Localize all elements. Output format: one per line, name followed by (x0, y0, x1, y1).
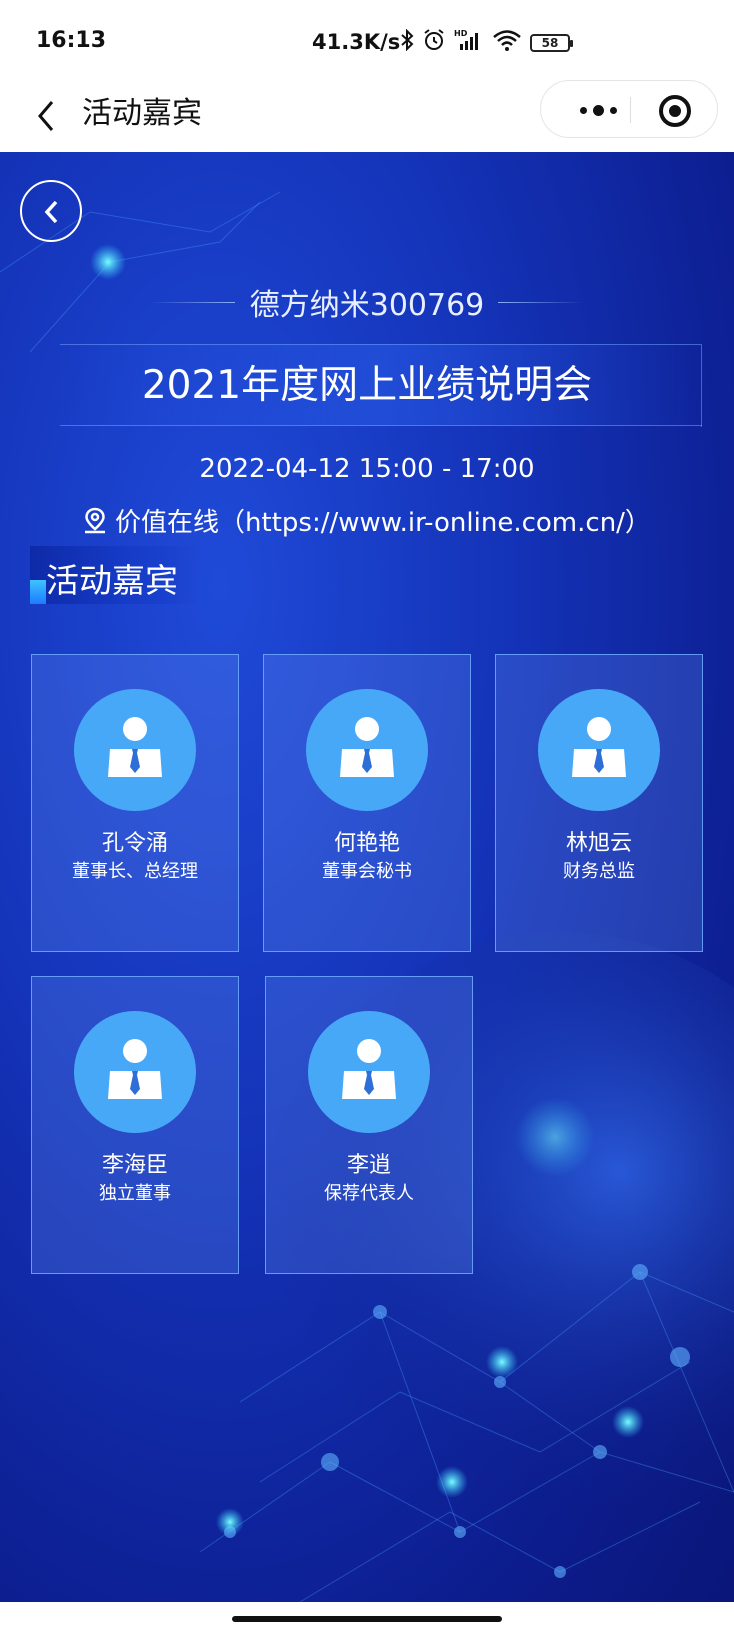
decor-line (498, 302, 583, 303)
avatar (74, 689, 196, 811)
guest-name: 李海臣 (101, 1153, 168, 1178)
more-dot (579, 106, 587, 114)
event-location: 价值在线（https://www.ir-online.com.cn/） (0, 502, 734, 539)
network-speed: 41.3K/s (312, 30, 401, 54)
target-close-icon[interactable] (659, 95, 691, 127)
title-bar: 活动嘉宾 (0, 78, 734, 152)
bluetooth-icon (401, 29, 414, 51)
avatar (538, 689, 660, 811)
wifi-icon (493, 30, 521, 51)
page-title: 活动嘉宾 (82, 96, 202, 131)
guest-name: 李逍 (346, 1153, 391, 1178)
person-icon (108, 1039, 162, 1099)
home-indicator[interactable] (232, 1616, 502, 1622)
event-location-text[interactable]: 价值在线（https://www.ir-online.com.cn/） (115, 502, 651, 539)
guest-name: 孔令涌 (101, 831, 168, 856)
section-title: 活动嘉宾 (46, 561, 178, 600)
status-icons: HD (400, 28, 522, 52)
chevron-left-icon[interactable] (30, 96, 66, 136)
avatar (308, 1011, 430, 1133)
guest-card[interactable]: 李海臣 独立董事 (31, 976, 239, 1274)
guest-role: 保荐代表人 (324, 1183, 414, 1204)
location-pin-icon (85, 507, 106, 533)
guest-name: 林旭云 (565, 831, 632, 856)
guest-role: 董事长、总经理 (72, 861, 198, 882)
person-icon (572, 717, 626, 777)
svg-text:HD: HD (454, 29, 468, 38)
guest-card[interactable]: 林旭云 财务总监 (495, 654, 703, 952)
guest-role: 独立董事 (99, 1183, 171, 1204)
guest-role: 财务总监 (563, 861, 635, 882)
guest-name: 何艳艳 (333, 831, 400, 856)
event-time: 2022-04-12 15:00 - 17:00 (199, 454, 535, 484)
capsule-divider (630, 97, 631, 123)
more-dot (609, 106, 617, 114)
guest-card[interactable]: 孔令涌 董事长、总经理 (31, 654, 239, 952)
more-dot (592, 104, 604, 116)
event-page: 德方纳米300769 2021年度网上业绩说明会 2022-04-12 15:0… (0, 152, 734, 1602)
avatar (306, 689, 428, 811)
person-icon (108, 717, 162, 777)
battery-indicator: 58 (530, 34, 573, 52)
person-icon (340, 717, 394, 777)
status-bar: 16:13 41.3K/s HD 58 (0, 0, 734, 78)
status-time: 16:13 (36, 28, 107, 53)
chevron-left-icon (44, 200, 58, 224)
person-icon (342, 1039, 396, 1099)
capsule-menu (540, 80, 718, 138)
guest-role: 董事会秘书 (322, 861, 412, 882)
alarm-icon (424, 29, 444, 50)
guest-card[interactable]: 何艳艳 董事会秘书 (263, 654, 471, 952)
avatar (74, 1011, 196, 1133)
more-dots-icon[interactable] (563, 81, 633, 139)
guest-card[interactable]: 李逍 保荐代表人 (265, 976, 473, 1274)
hd-signal-icon: HD (454, 29, 478, 50)
company-name: 德方纳米300769 (249, 288, 485, 323)
back-circle-button[interactable] (20, 180, 82, 242)
event-title: 2021年度网上业绩说明会 (141, 363, 593, 408)
gesture-bar (0, 1602, 734, 1632)
